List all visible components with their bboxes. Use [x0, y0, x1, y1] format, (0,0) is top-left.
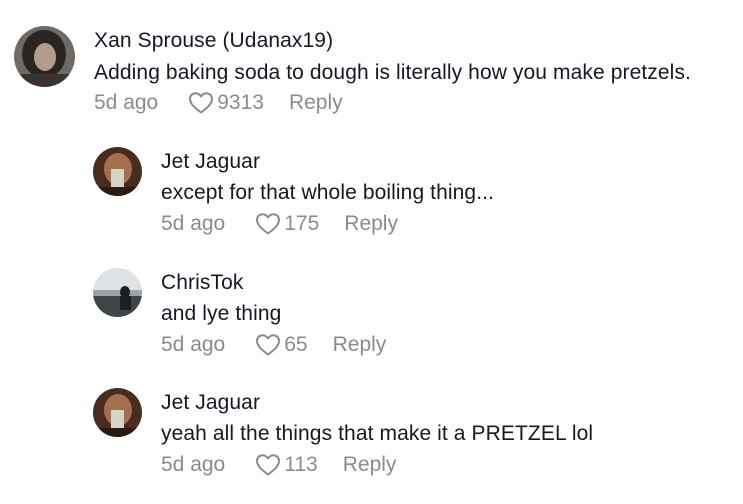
comment-meta: 5d ago 65 Reply	[161, 333, 386, 357]
like-count: 65	[284, 333, 308, 356]
avatar[interactable]	[93, 147, 142, 196]
reply-button[interactable]: Reply	[333, 333, 387, 357]
comment-timestamp: 5d ago	[161, 333, 226, 356]
comment-meta: 5d ago 113 Reply	[161, 453, 396, 477]
comment-text: except for that whole boiling thing...	[161, 181, 495, 204]
comment-author[interactable]: Jet Jaguar	[161, 391, 260, 415]
comment-meta: 5d ago 175 Reply	[161, 212, 398, 236]
comment-text: and lye thing	[161, 302, 282, 325]
comment-author[interactable]: Xan Sprouse (Udanax19)	[94, 29, 333, 53]
comment-timestamp: 5d ago	[94, 91, 159, 114]
reply-button[interactable]: Reply	[289, 91, 343, 115]
reply-button[interactable]: Reply	[343, 453, 397, 477]
like-button[interactable]: 9313	[188, 91, 264, 115]
avatar[interactable]	[14, 26, 75, 87]
like-count: 9313	[217, 91, 264, 114]
like-button[interactable]: 65	[255, 333, 308, 357]
heart-outline-icon	[256, 213, 281, 235]
avatar[interactable]	[93, 268, 142, 317]
comment-meta: 5d ago 9313 Reply	[94, 91, 343, 115]
comment-author[interactable]: Jet Jaguar	[161, 150, 260, 174]
comment-text: Adding baking soda to dough is literally…	[94, 61, 691, 84]
avatar[interactable]	[93, 388, 142, 437]
comment-text: yeah all the things that make it a PRETZ…	[161, 422, 594, 445]
reply-button[interactable]: Reply	[344, 212, 398, 236]
comment-author[interactable]: ChrisTok	[161, 271, 243, 295]
like-count: 175	[284, 212, 320, 235]
heart-outline-icon	[189, 92, 214, 114]
like-button[interactable]: 113	[255, 453, 318, 477]
heart-outline-icon	[256, 454, 281, 476]
comment-timestamp: 5d ago	[161, 453, 226, 476]
like-button[interactable]: 175	[255, 212, 319, 236]
comment-timestamp: 5d ago	[161, 212, 226, 235]
like-count: 113	[284, 453, 318, 476]
heart-outline-icon	[256, 334, 281, 356]
